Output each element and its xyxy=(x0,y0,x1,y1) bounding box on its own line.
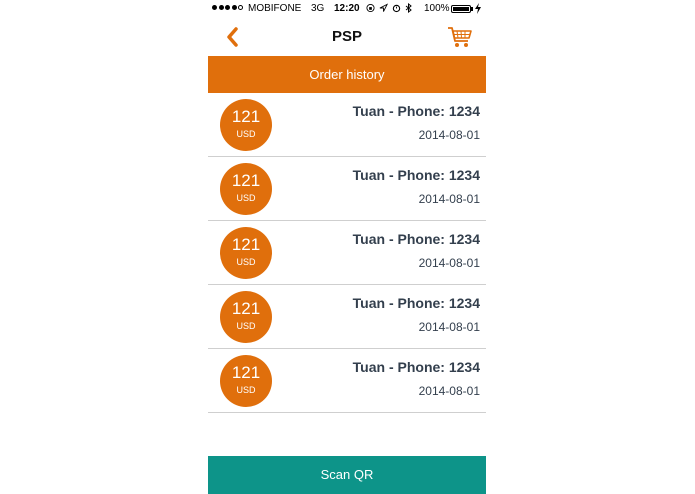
order-date: 2014-08-01 xyxy=(418,384,480,398)
battery-icon xyxy=(451,5,471,13)
order-currency: USD xyxy=(236,321,256,331)
order-currency: USD xyxy=(236,385,256,395)
order-currency: USD xyxy=(236,257,256,267)
order-currency: USD xyxy=(236,129,256,139)
bluetooth-icon xyxy=(405,3,412,13)
order-row[interactable]: 121 USD Tuan - Phone: 1234 2014-08-01 xyxy=(208,93,486,157)
page-title: PSP xyxy=(331,28,362,45)
order-customer: Tuan - Phone: 1234 xyxy=(352,231,480,247)
order-row[interactable]: 121 USD Tuan - Phone: 1234 2014-08-01 xyxy=(208,157,486,221)
order-amount: 121 xyxy=(231,299,261,318)
location-icon xyxy=(379,3,388,12)
shopping-cart-icon xyxy=(448,27,472,47)
signal-strength-icon xyxy=(212,5,243,10)
battery-percentage: 100% xyxy=(424,3,450,14)
network-type: 3G xyxy=(311,3,325,14)
navigation-bar: PSP xyxy=(208,18,486,56)
order-date: 2014-08-01 xyxy=(418,192,480,206)
app-screen: MOBIFONE 3G 12:20 100% PSP Order history… xyxy=(208,0,486,494)
amount-badge: 121 USD xyxy=(220,291,272,343)
lock-rotation-icon xyxy=(366,3,375,13)
order-row[interactable]: 121 USD Tuan - Phone: 1234 2014-08-01 xyxy=(208,221,486,285)
order-customer: Tuan - Phone: 1234 xyxy=(352,103,480,119)
carrier-name: MOBIFONE xyxy=(248,3,302,14)
order-amount: 121 xyxy=(231,235,261,254)
order-amount: 121 xyxy=(231,107,261,126)
status-bar: MOBIFONE 3G 12:20 100% xyxy=(208,0,486,18)
order-amount: 121 xyxy=(231,363,261,382)
amount-badge: 121 USD xyxy=(220,227,272,279)
order-row[interactable]: 121 USD Tuan - Phone: 1234 2014-08-01 xyxy=(208,349,486,413)
cart-button[interactable] xyxy=(446,24,474,50)
order-history-header: Order history xyxy=(208,56,486,93)
alarm-icon xyxy=(392,4,401,13)
order-row[interactable]: 121 USD Tuan - Phone: 1234 2014-08-01 xyxy=(208,285,486,349)
order-customer: Tuan - Phone: 1234 xyxy=(352,167,480,183)
order-amount: 121 xyxy=(231,171,261,190)
order-date: 2014-08-01 xyxy=(418,128,480,142)
status-icons xyxy=(366,3,412,13)
order-customer: Tuan - Phone: 1234 xyxy=(352,295,480,311)
amount-badge: 121 USD xyxy=(220,99,272,151)
order-date: 2014-08-01 xyxy=(418,256,480,270)
scan-qr-button[interactable]: Scan QR xyxy=(208,456,486,494)
charging-icon xyxy=(475,3,481,14)
order-date: 2014-08-01 xyxy=(418,320,480,334)
order-customer: Tuan - Phone: 1234 xyxy=(352,359,480,375)
amount-badge: 121 USD xyxy=(220,163,272,215)
order-list: 121 USD Tuan - Phone: 1234 2014-08-01 12… xyxy=(208,93,486,413)
status-time: 12:20 xyxy=(334,3,360,14)
order-currency: USD xyxy=(236,193,256,203)
amount-badge: 121 USD xyxy=(220,355,272,407)
